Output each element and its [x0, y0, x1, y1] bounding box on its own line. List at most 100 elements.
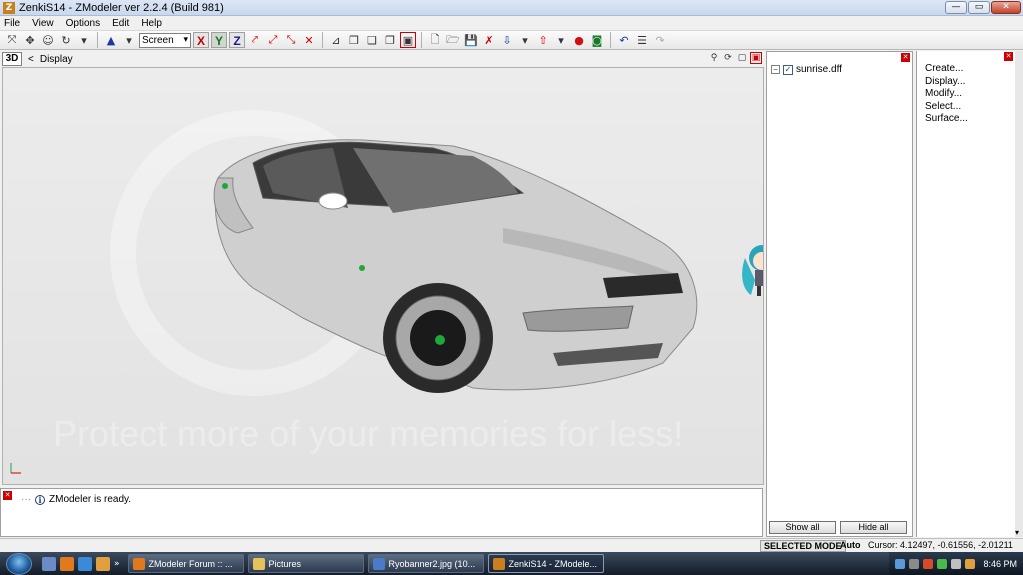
view-select[interactable]: Screen — [139, 32, 191, 48]
view-mode-3d[interactable]: 3D — [2, 52, 22, 66]
face-mode-icon[interactable]: ❏ — [364, 32, 380, 48]
show-desktop-icon[interactable] — [42, 556, 56, 571]
close-button[interactable]: ✕ — [991, 1, 1021, 14]
update-icon[interactable] — [965, 558, 976, 569]
chibi-sticker — [742, 245, 763, 296]
command-modify[interactable]: Modify... — [925, 88, 968, 100]
cube-mode-icon[interactable]: ❒ — [346, 32, 362, 48]
select-tool-icon[interactable]: ⤧ — [4, 32, 20, 48]
object-mode-icon[interactable]: ❐ — [382, 32, 398, 48]
new-file-icon[interactable]: 🗋 — [427, 32, 443, 48]
signal-icon[interactable] — [937, 558, 948, 569]
command-create[interactable]: Create... — [925, 63, 968, 75]
open-file-icon[interactable]: 🗁 — [445, 32, 461, 48]
firefox-icon[interactable] — [60, 556, 74, 571]
folder-task-icon — [252, 557, 265, 570]
toolbar-separator — [610, 32, 611, 48]
material-icon[interactable]: ◙ — [589, 32, 605, 48]
menu-edit[interactable]: Edit — [112, 18, 129, 29]
main-toolbar: ⤧ ✥ ☺ ↻ ▾ ▲ ▾ Screen X Y Z ⤤ ⤢ ⤡ ✕ ⊿ ❒ ❏… — [0, 30, 1023, 50]
security-icon[interactable] — [923, 558, 934, 569]
log-message: ZModeler is ready. — [49, 494, 132, 505]
folder-icon[interactable] — [96, 556, 110, 571]
task-label: ZenkiS14 - ZModele... — [508, 558, 598, 569]
quick-launch — [42, 556, 110, 571]
start-button[interactable] — [6, 552, 32, 575]
triangle-tool-icon[interactable]: ▲ — [103, 32, 119, 48]
network-icon[interactable] — [895, 558, 906, 569]
task-label: ZModeler Forum :: ... — [148, 558, 233, 569]
rotate-view-icon[interactable]: ⟳ — [722, 52, 734, 64]
command-display[interactable]: Display... — [925, 76, 968, 88]
dropdown-arrow-icon[interactable]: ▾ — [553, 32, 569, 48]
move-tool-icon[interactable]: ✥ — [22, 32, 38, 48]
watermark-text: Protect more of your memories for less! — [53, 413, 683, 454]
car-render: photobucket Protect more of your memorie… — [10, 110, 698, 474]
menu-help[interactable]: Help — [141, 18, 162, 29]
show-all-button[interactable]: Show all — [769, 521, 836, 534]
scale-axis-icon[interactable]: ⤡ — [283, 32, 299, 48]
vertex-mode-icon[interactable]: ⊿ — [328, 32, 344, 48]
tree-close-icon[interactable]: ✕ — [901, 53, 910, 62]
dropdown-arrow-icon[interactable]: ▾ — [76, 32, 92, 48]
menu-file[interactable]: File — [4, 18, 20, 29]
display-arrow[interactable]: < — [28, 54, 34, 65]
axis-z-toggle[interactable]: Z — [229, 32, 245, 48]
display-label[interactable]: Display — [40, 54, 73, 65]
history-icon[interactable]: ☰ — [634, 32, 650, 48]
auto-indicator[interactable]: Auto — [840, 540, 861, 550]
dropdown-arrow-icon[interactable]: ▾ — [121, 32, 137, 48]
tree-visibility-checkbox[interactable]: ✓ — [783, 64, 793, 75]
cursor-coordinates: Cursor: 4.12497, -0.61556, -2.01211 — [868, 540, 1013, 550]
menu-view[interactable]: View — [32, 18, 54, 29]
command-scrollbar[interactable] — [1015, 51, 1023, 537]
tree-expand-icon[interactable]: − — [771, 65, 780, 74]
axis-gizmo — [10, 463, 21, 474]
viewport-close-icon[interactable]: ▣ — [750, 52, 762, 64]
3d-viewport[interactable]: photobucket Protect more of your memorie… — [2, 67, 764, 485]
minimize-button[interactable]: — — [945, 1, 967, 14]
command-surface[interactable]: Surface... — [925, 113, 968, 125]
save-file-icon[interactable]: 💾 — [463, 32, 479, 48]
export-icon[interactable]: ⇧ — [535, 32, 551, 48]
magnifier-icon[interactable]: ⚲ — [708, 52, 720, 64]
dropdown-arrow-icon[interactable]: ▾ — [517, 32, 533, 48]
lock-axis-icon[interactable]: ⤢ — [265, 32, 281, 48]
selected-mode-indicator[interactable]: SELECTED MODE — [760, 540, 846, 552]
undo-icon[interactable]: ↶ — [616, 32, 632, 48]
fit-view-icon[interactable]: ▢ — [736, 52, 748, 64]
xy-axis-icon[interactable]: ✕ — [301, 32, 317, 48]
snap-tool-icon[interactable]: ⤤ — [247, 32, 263, 48]
volume-icon[interactable] — [951, 558, 962, 569]
hide-all-button[interactable]: Hide all — [840, 521, 907, 534]
tree-item-sunrise[interactable]: − ✓ sunrise.dff — [771, 64, 842, 75]
ie-icon[interactable] — [78, 556, 92, 571]
axis-y-toggle[interactable]: Y — [211, 32, 227, 48]
command-close-icon[interactable]: ✕ — [1004, 52, 1013, 61]
menu-options[interactable]: Options — [66, 18, 100, 29]
render-icon[interactable]: ● — [571, 32, 587, 48]
task-zmodeler-forum[interactable]: ZModeler Forum :: ... — [127, 554, 244, 573]
log-entry: ··· i ZModeler is ready. — [21, 494, 131, 505]
command-select[interactable]: Select... — [925, 101, 968, 113]
taskbar-clock[interactable]: 8:46 PM — [983, 559, 1017, 569]
figure-tool-icon[interactable]: ☺ — [40, 32, 56, 48]
maximize-button[interactable]: ▭ — [968, 1, 990, 14]
command-panel: ✕ Create... Display... Modify... Select.… — [916, 51, 1023, 537]
active-mode-icon[interactable]: ▣ — [400, 32, 416, 48]
log-tree-line: ··· — [21, 494, 31, 505]
task-zmodeler[interactable]: ZenkiS14 - ZModele... — [487, 554, 604, 573]
title-bar: Z ZenkiS14 - ZModeler ver 2.2.4 (Build 9… — [0, 0, 1023, 16]
task-pictures[interactable]: Pictures — [247, 554, 364, 573]
language-icon[interactable] — [909, 558, 920, 569]
log-close-icon[interactable]: ✕ — [3, 491, 12, 500]
import-icon[interactable]: ⇩ — [499, 32, 515, 48]
quick-launch-chevron-icon[interactable]: » — [114, 559, 120, 569]
rotate-tool-icon[interactable]: ↻ — [58, 32, 74, 48]
viewport-header: 3D < Display ⚲ ⟳ ▢ ▣ — [2, 51, 764, 67]
task-ryobanner[interactable]: Ryobanner2.jpg (10... — [367, 554, 484, 573]
redo-icon[interactable]: ↷ — [652, 32, 668, 48]
delete-icon[interactable]: ✗ — [481, 32, 497, 48]
axis-x-toggle[interactable]: X — [193, 32, 209, 48]
zmodeler-app-icon[interactable]: Z — [3, 1, 15, 14]
